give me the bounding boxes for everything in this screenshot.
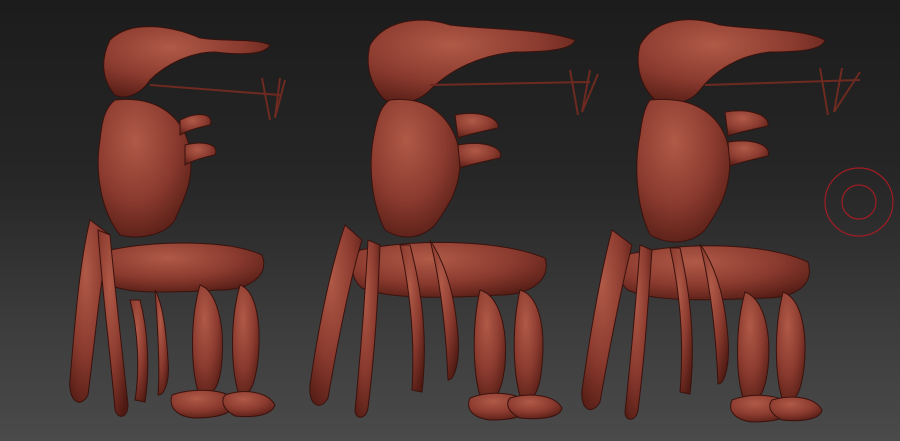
figure-front-three-quarter-view[interactable] <box>581 19 861 423</box>
brush-circle-icon[interactable] <box>822 165 896 239</box>
viewport-canvas[interactable] <box>0 0 900 441</box>
figure-side-view[interactable] <box>69 26 286 419</box>
figure-three-quarter-view[interactable] <box>309 19 599 421</box>
sculpt-scene <box>69 19 861 423</box>
